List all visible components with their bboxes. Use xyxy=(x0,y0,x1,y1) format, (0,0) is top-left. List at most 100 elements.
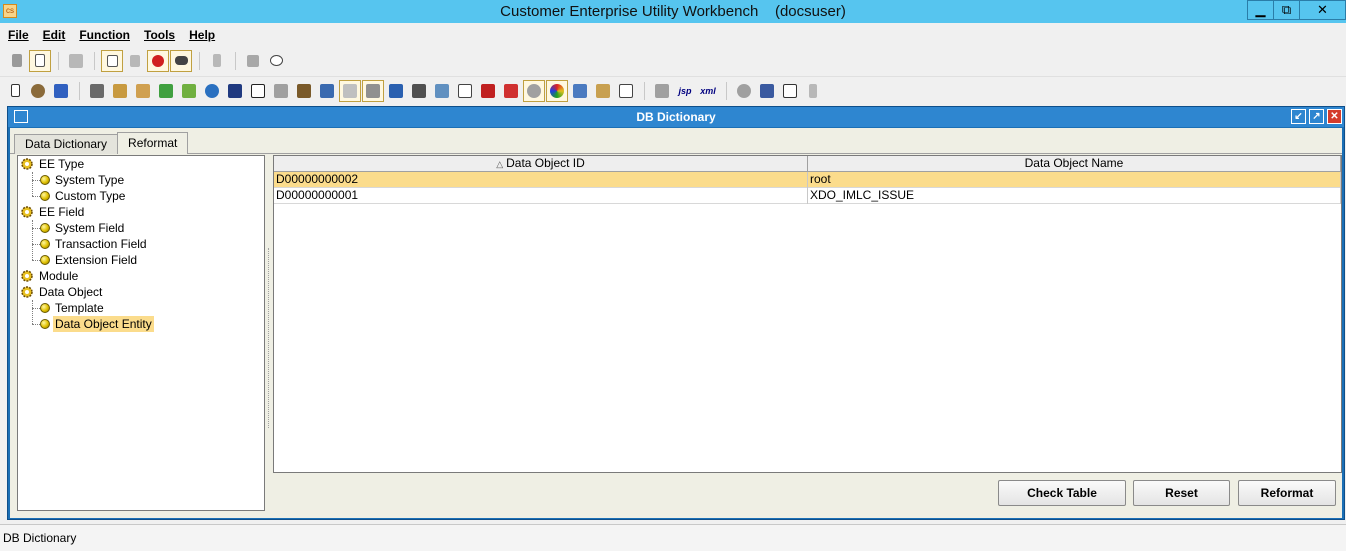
ball-icon xyxy=(40,223,50,233)
window-controls: ▁ ⧉ ✕ xyxy=(1247,0,1346,20)
gears-icon[interactable] xyxy=(27,80,49,102)
tab-reformat[interactable]: Reformat xyxy=(117,132,189,154)
restore-icon[interactable]: ↙ xyxy=(1291,109,1306,124)
ball-icon xyxy=(40,191,50,201)
save-icon[interactable] xyxy=(65,50,87,72)
data-object-table: △ Data Object ID Data Object Name D000000… xyxy=(273,155,1342,473)
tool-4-icon[interactable] xyxy=(155,80,177,102)
open-document-icon[interactable] xyxy=(29,49,51,72)
tool-7-icon[interactable] xyxy=(362,79,384,102)
column-header-data-object-name[interactable]: Data Object Name xyxy=(808,156,1341,172)
internal-window-body: Data Dictionary Reformat EE Type System … xyxy=(10,128,1342,518)
tool-3-icon[interactable] xyxy=(132,80,154,102)
cell-data-object-id: D00000000002 xyxy=(274,172,808,188)
tool-8-icon[interactable] xyxy=(431,80,453,102)
maximize-icon[interactable]: ↗ xyxy=(1309,109,1324,124)
toolbar-separator xyxy=(644,81,645,100)
tool-9-icon[interactable] xyxy=(454,80,476,102)
internal-title-bar: DB Dictionary ↙ ↗ ✕ xyxy=(8,107,1344,127)
tree-node-extension-field[interactable]: Extension Field xyxy=(18,252,258,268)
tool-2-icon[interactable] xyxy=(109,80,131,102)
close-icon[interactable]: ✕ xyxy=(1327,109,1342,124)
globe-icon[interactable] xyxy=(201,80,223,102)
xml-icon[interactable]: xml xyxy=(697,80,719,102)
document-icon[interactable] xyxy=(4,80,26,102)
tool-11-icon[interactable] xyxy=(500,80,522,102)
dictionary-tree: EE Type System Type Custom Type EE Field… xyxy=(17,155,265,511)
toolbar-separator xyxy=(58,51,59,70)
menu-function[interactable]: Function xyxy=(79,28,130,42)
tool-15-icon[interactable] xyxy=(615,80,637,102)
ball-icon xyxy=(40,239,50,249)
check-table-button[interactable]: Check Table xyxy=(998,480,1126,506)
upload-icon[interactable] xyxy=(779,80,801,102)
tree-label: Extension Field xyxy=(55,253,138,267)
tab-data-dictionary[interactable]: Data Dictionary xyxy=(14,134,119,154)
browser-icon[interactable] xyxy=(385,80,407,102)
maximize-button[interactable]: ⧉ xyxy=(1273,0,1300,20)
tool-6-icon[interactable] xyxy=(339,79,361,102)
tree-label: System Field xyxy=(55,221,125,235)
toolbar-separator xyxy=(94,51,95,70)
tab-strip: Data Dictionary Reformat xyxy=(14,132,189,154)
tree-node-data-object[interactable]: Data Object xyxy=(18,284,258,300)
copy-icon[interactable] xyxy=(124,50,146,72)
tool-12-icon[interactable] xyxy=(523,79,545,102)
tree-node-system-field[interactable]: System Field xyxy=(18,220,258,236)
edit-icon[interactable] xyxy=(101,49,123,72)
tree-label: Template xyxy=(55,301,104,315)
reformat-button[interactable]: Reformat xyxy=(1238,480,1336,506)
table-row[interactable]: D00000000002 root xyxy=(274,172,1341,188)
status-bar: DB Dictionary xyxy=(0,524,1346,551)
tree-node-ee-field[interactable]: EE Field xyxy=(18,204,258,220)
tool-1-icon[interactable] xyxy=(86,80,108,102)
menu-edit[interactable]: Edit xyxy=(43,28,66,42)
tree-node-data-object-entity[interactable]: Data Object Entity xyxy=(18,316,258,332)
tool-14-icon[interactable] xyxy=(592,80,614,102)
menu-help[interactable]: Help xyxy=(189,28,215,42)
users-icon[interactable] xyxy=(756,80,778,102)
minimize-button[interactable]: ▁ xyxy=(1247,0,1274,20)
computer-icon[interactable] xyxy=(408,80,430,102)
stop-icon[interactable] xyxy=(147,49,169,72)
tree-label: Data Object xyxy=(39,285,103,299)
tree-node-module[interactable]: Module xyxy=(18,268,258,284)
cylinder-icon[interactable] xyxy=(802,80,824,102)
split-pane-divider[interactable] xyxy=(268,248,270,428)
color-wheel-icon[interactable] xyxy=(546,79,568,102)
gear-icon xyxy=(21,158,33,170)
menu-file[interactable]: File xyxy=(8,28,29,42)
tool-13-icon[interactable] xyxy=(569,80,591,102)
find-binoculars-icon[interactable] xyxy=(170,49,192,72)
tree-node-template[interactable]: Template xyxy=(18,300,258,316)
stop-square-icon[interactable] xyxy=(242,50,264,72)
page-icon[interactable] xyxy=(206,50,228,72)
main-toolbar xyxy=(0,47,1346,74)
help-bubble-icon[interactable] xyxy=(265,50,287,72)
tree-node-custom-type[interactable]: Custom Type xyxy=(18,188,258,204)
column-header-label: Data Object ID xyxy=(506,156,585,170)
jsp-icon[interactable]: jsp xyxy=(674,80,696,102)
network-icon[interactable] xyxy=(293,80,315,102)
tool-10-icon[interactable] xyxy=(477,80,499,102)
tag-icon[interactable] xyxy=(270,80,292,102)
new-icon[interactable] xyxy=(6,50,28,72)
menu-tools[interactable]: Tools xyxy=(144,28,175,42)
ball-icon xyxy=(40,255,50,265)
status-text: DB Dictionary xyxy=(3,531,77,545)
tree-node-ee-type[interactable]: EE Type xyxy=(18,156,258,172)
book-icon[interactable] xyxy=(247,80,269,102)
column-header-data-object-id[interactable]: △ Data Object ID xyxy=(274,156,808,172)
tool-5-icon[interactable] xyxy=(178,80,200,102)
layers-icon[interactable] xyxy=(316,80,338,102)
toolbar-separator xyxy=(235,51,236,70)
table-row[interactable]: D00000000001 XDO_IMLC_ISSUE xyxy=(274,188,1341,204)
tree-node-system-type[interactable]: System Type xyxy=(18,172,258,188)
back-icon[interactable] xyxy=(651,80,673,102)
reset-button[interactable]: Reset xyxy=(1133,480,1230,506)
tree-node-transaction-field[interactable]: Transaction Field xyxy=(18,236,258,252)
tool-16-icon[interactable] xyxy=(733,80,755,102)
stack-icon[interactable] xyxy=(224,80,246,102)
close-button[interactable]: ✕ xyxy=(1299,0,1346,20)
database-blue-icon[interactable] xyxy=(50,80,72,102)
